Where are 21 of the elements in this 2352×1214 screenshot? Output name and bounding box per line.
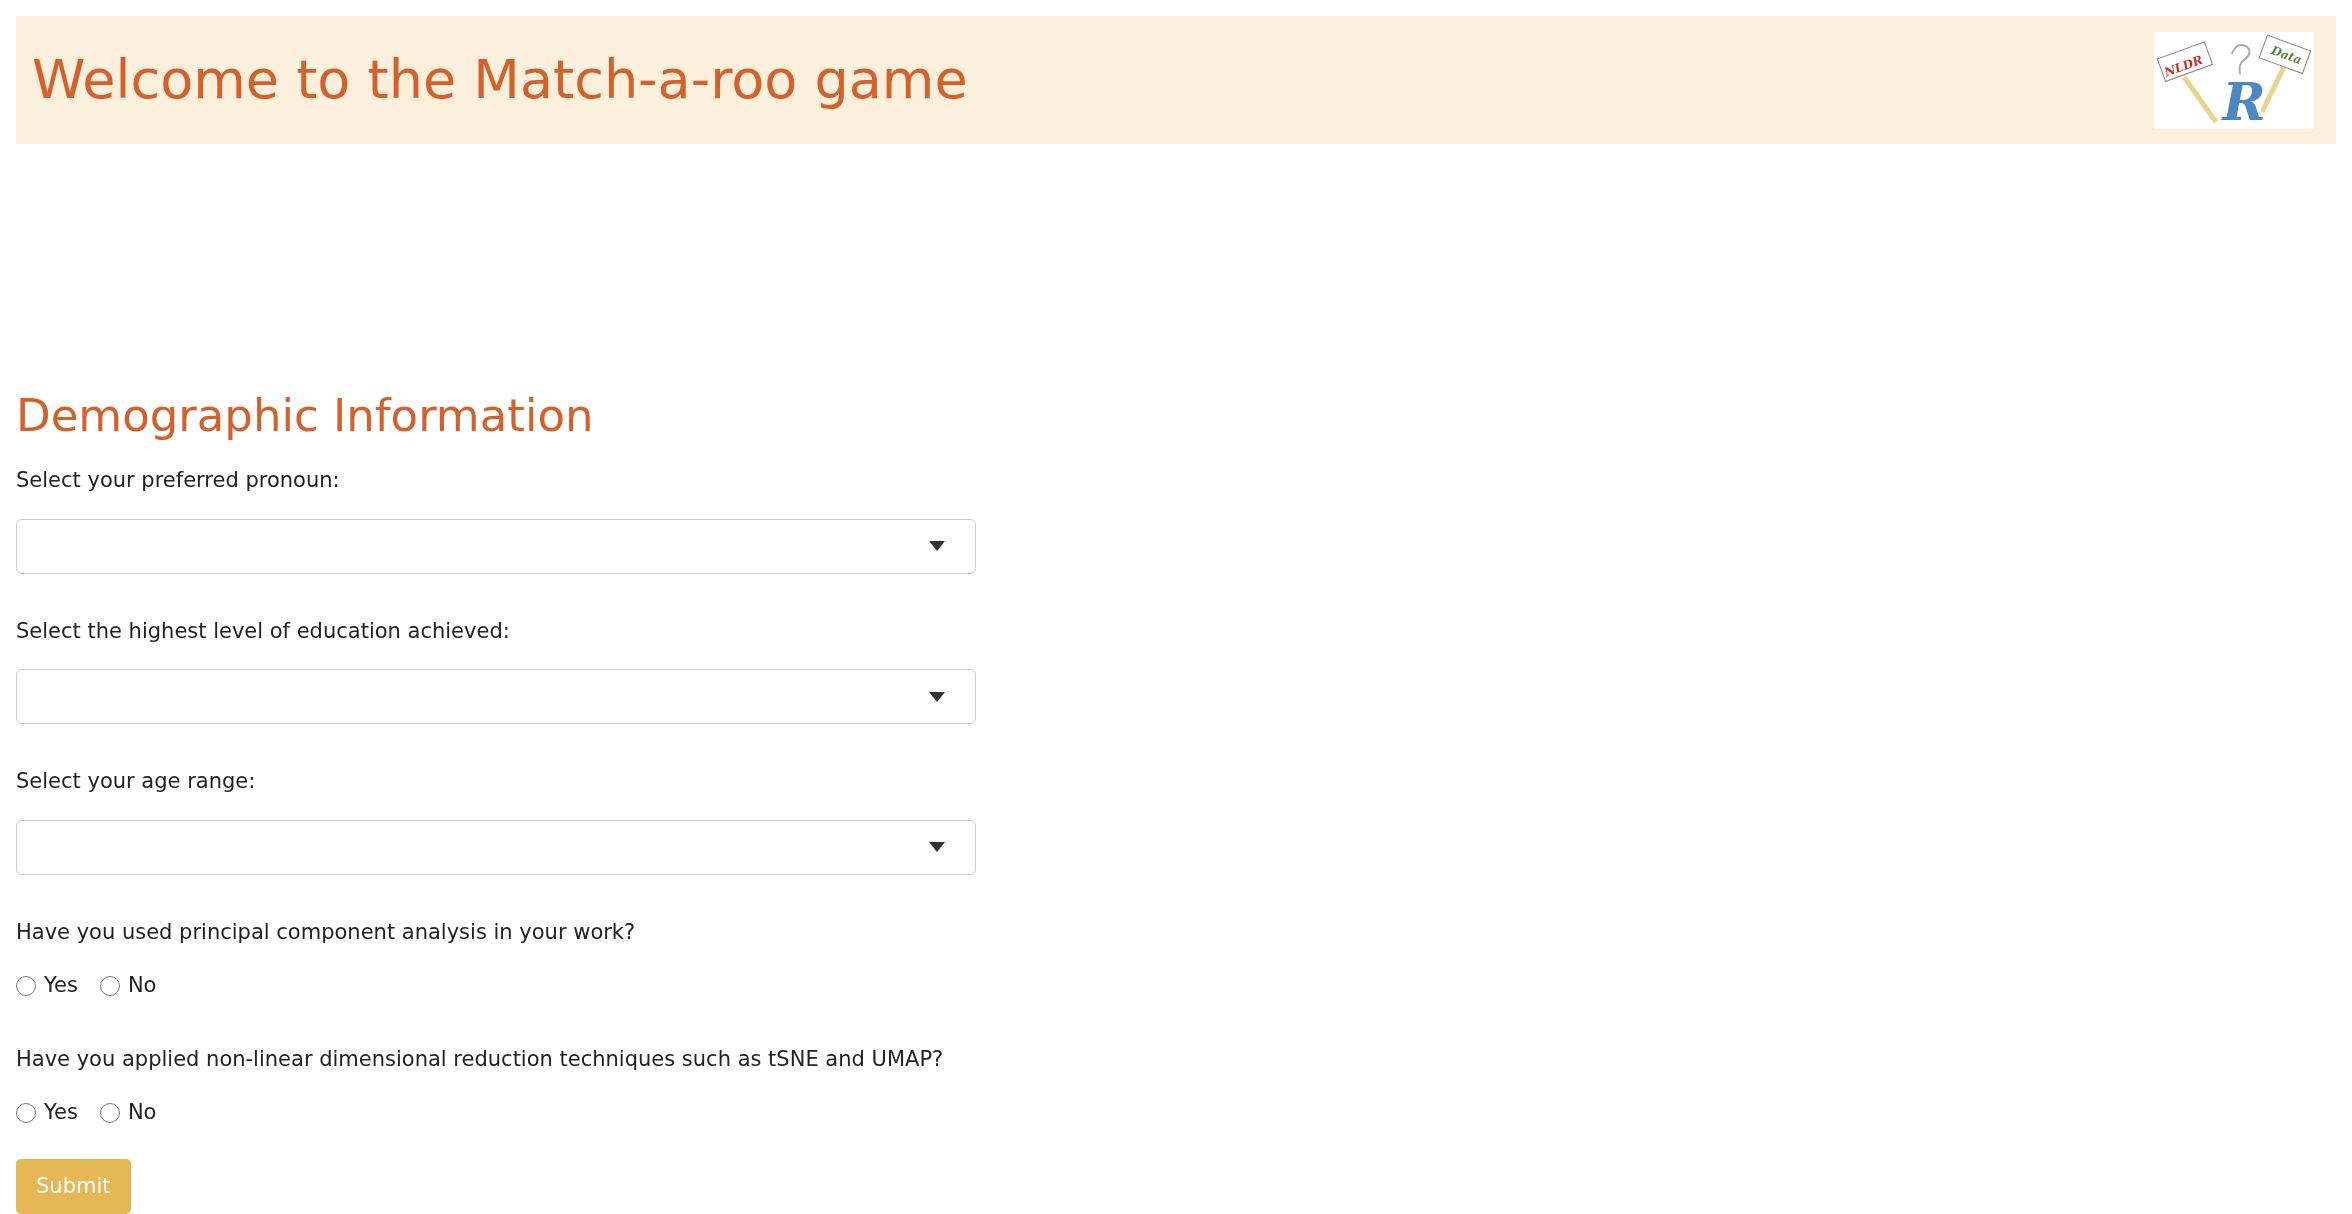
radio-button[interactable] <box>16 975 36 996</box>
field-label: Have you applied non-linear dimensional reduction techniques such as tSNE and UMAP? <box>16 1045 945 1073</box>
dropdown-field[interactable] <box>16 669 976 724</box>
field-label: Select the highest level of education achieved: <box>16 617 511 645</box>
page-title: Welcome to the Match-a-roo game <box>32 47 968 113</box>
radio-label[interactable]: Yes <box>44 970 78 1002</box>
section-heading: Demographic Information <box>16 389 595 443</box>
radio-label[interactable]: No <box>127 1097 157 1129</box>
caret-icon <box>929 541 945 551</box>
radio-label[interactable]: Yes <box>44 1097 78 1129</box>
dropdown-field[interactable] <box>16 819 976 875</box>
field-label: Select your preferred pronoun: <box>16 467 341 494</box>
radio-button[interactable] <box>16 1102 36 1123</box>
field-label: Have you used principal component analysis in your work? <box>16 918 637 946</box>
radio-label[interactable]: No <box>127 970 157 1002</box>
dropdown-field[interactable] <box>16 518 976 574</box>
caret-icon <box>929 691 945 702</box>
field-label: Select your age range: <box>16 768 257 795</box>
radio-button[interactable] <box>99 1102 120 1123</box>
radio-button[interactable] <box>99 975 120 996</box>
caret-icon <box>929 842 945 852</box>
